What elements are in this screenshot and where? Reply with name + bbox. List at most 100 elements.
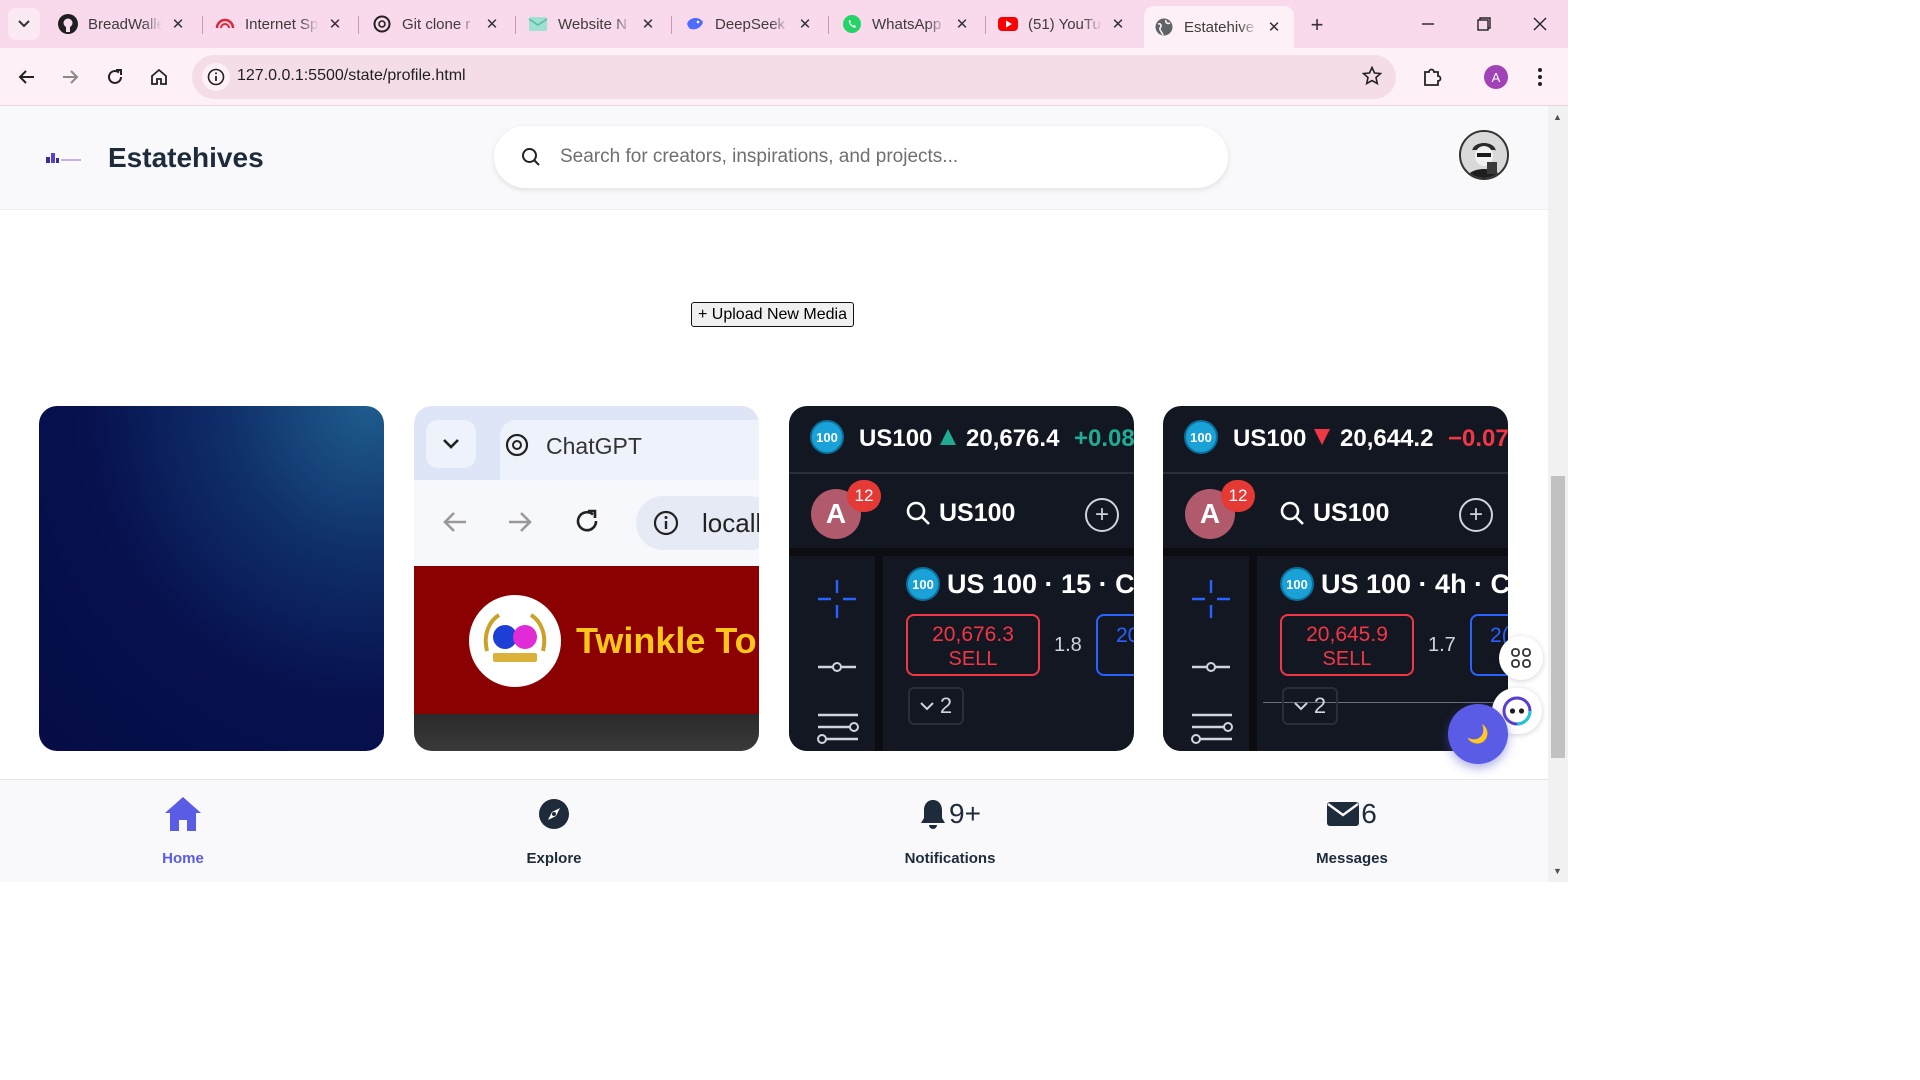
restore-button[interactable] xyxy=(1456,0,1512,48)
tab-separator xyxy=(671,16,672,34)
website-icon xyxy=(528,14,548,34)
nav-messages[interactable]: 6 Messages xyxy=(1313,794,1391,867)
profile-button[interactable]: A xyxy=(1480,61,1512,93)
spread-value: 1.7 xyxy=(1428,634,1456,656)
browser-tab-5[interactable]: DeepSeek ✕ xyxy=(675,6,825,42)
browser-tab-3[interactable]: Git clone r ✕ xyxy=(362,6,512,42)
scroll-down-arrow-icon[interactable]: ▼ xyxy=(1553,866,1562,876)
browser-tab-1[interactable]: BreadWalle ✕ xyxy=(48,6,198,42)
card-banner-text: Twinkle To xyxy=(576,620,757,661)
scrollbar-thumb[interactable] xyxy=(1551,476,1565,758)
arrow-right-icon xyxy=(507,510,533,539)
tab-search-button[interactable] xyxy=(8,8,40,40)
scroll-up-arrow-icon[interactable]: ▲ xyxy=(1553,112,1562,122)
browser-menu-button[interactable] xyxy=(1524,61,1556,93)
extensions-button[interactable] xyxy=(1416,61,1448,93)
tab-title: Estatehive xyxy=(1184,18,1255,36)
page-content: Estatehives + Upload New Media xyxy=(0,106,1548,882)
search-input[interactable] xyxy=(560,142,1200,172)
card-url-text: locall xyxy=(702,508,759,538)
reload-icon xyxy=(574,508,600,539)
chatgpt-icon xyxy=(372,14,392,34)
reload-icon xyxy=(108,69,122,84)
user-avatar[interactable] xyxy=(1459,130,1509,180)
upload-media-button[interactable]: + Upload New Media xyxy=(691,302,854,327)
divider xyxy=(789,472,1134,474)
close-icon[interactable]: ✕ xyxy=(168,14,188,34)
chevron-down-icon xyxy=(920,702,934,711)
reload-button[interactable] xyxy=(99,61,131,93)
close-icon[interactable]: ✕ xyxy=(482,14,502,34)
forward-button[interactable] xyxy=(54,61,86,93)
media-card-4[interactable]: 100 US100 20,644.2 −0.07 A 12 US100 + 10… xyxy=(1163,406,1508,751)
media-card-1[interactable] xyxy=(39,406,384,751)
nav-home-label: Home xyxy=(162,850,204,867)
globe-icon xyxy=(1154,17,1174,37)
kebab-menu-icon xyxy=(1538,68,1542,86)
deepseek-icon xyxy=(685,14,705,34)
crosshair-icon xyxy=(1190,578,1232,625)
close-icon[interactable]: ✕ xyxy=(952,14,972,34)
close-window-button[interactable] xyxy=(1512,0,1568,48)
sell-label: SELL xyxy=(948,648,998,670)
brand-name[interactable]: Estatehives xyxy=(108,142,264,174)
close-icon[interactable]: ✕ xyxy=(325,14,345,34)
close-icon[interactable]: ✕ xyxy=(638,14,658,34)
home-button[interactable] xyxy=(143,61,175,93)
url-text[interactable]: 127.0.0.1:5500/state/profile.html xyxy=(237,67,466,85)
tab-title: Internet Sp xyxy=(245,15,319,33)
close-icon[interactable]: ✕ xyxy=(795,14,815,34)
plus-icon: + xyxy=(1459,498,1493,532)
divider xyxy=(1163,472,1508,474)
site-search-bar[interactable] xyxy=(494,126,1228,188)
moon-icon: 🌙 xyxy=(1466,723,1490,744)
brand-logo[interactable] xyxy=(44,150,84,164)
search-symbol-text: US100 xyxy=(1313,499,1390,527)
nav-explore-label: Explore xyxy=(526,850,582,867)
minimize-button[interactable] xyxy=(1400,0,1456,48)
symbol-price: 20,676.4 xyxy=(966,425,1060,452)
site-header: Estatehives xyxy=(0,106,1548,210)
search-symbol-text: US100 xyxy=(939,499,1016,527)
indicators-icon xyxy=(1190,711,1234,751)
messages-icon-group: 6 xyxy=(1327,794,1377,834)
search-icon xyxy=(905,500,931,531)
nav-notifications[interactable]: 9+ Notifications xyxy=(900,794,1000,867)
notification-badge: 12 xyxy=(847,480,881,512)
speedometer-icon xyxy=(215,14,235,34)
browser-tab-8[interactable]: Estatehive ✕ xyxy=(1144,6,1294,48)
close-icon[interactable]: ✕ xyxy=(1264,17,1284,37)
apps-grid-button[interactable] xyxy=(1499,636,1543,680)
arrow-right-icon xyxy=(63,70,79,84)
media-card-3[interactable]: 100 US100 20,676.4 +0.08 A 12 US100 + 10… xyxy=(789,406,1134,751)
page-scrollbar[interactable]: ▲ ▼ xyxy=(1548,106,1568,882)
close-icon[interactable]: ✕ xyxy=(1108,14,1128,34)
tab-separator xyxy=(515,16,516,34)
media-card-2[interactable]: ChatGPT locall Twinkle To xyxy=(414,406,759,751)
restore-icon xyxy=(1477,17,1491,31)
bookmark-star-icon[interactable] xyxy=(1361,65,1383,91)
browser-tab-2[interactable]: Internet Sp ✕ xyxy=(205,6,355,42)
browser-tab-4[interactable]: Website N ✕ xyxy=(518,6,668,42)
address-bar[interactable]: 127.0.0.1:5500/state/profile.html xyxy=(192,55,1396,99)
tab-title: (51) YouTu xyxy=(1028,15,1101,33)
nav-home[interactable]: Home xyxy=(152,794,214,867)
tab-separator xyxy=(358,16,359,34)
sell-label: SELL xyxy=(1322,648,1372,670)
drawing-toolbar xyxy=(789,556,883,751)
chevron-down-icon xyxy=(18,20,30,28)
browser-tab-6[interactable]: WhatsApp ✕ xyxy=(832,6,982,42)
home-icon xyxy=(151,68,167,85)
site-info-button[interactable] xyxy=(202,63,230,91)
back-button[interactable] xyxy=(11,61,43,93)
card-bottom-strip xyxy=(414,714,759,751)
plus-icon: + xyxy=(1310,12,1324,37)
theme-toggle-button[interactable]: 🌙 xyxy=(1448,704,1508,764)
puzzle-icon xyxy=(1424,68,1442,86)
nav-explore[interactable]: Explore xyxy=(516,794,592,867)
bell-icon xyxy=(921,800,946,829)
browser-tab-7[interactable]: (51) YouTu ✕ xyxy=(988,6,1138,42)
symbol-badge: 100 xyxy=(1280,567,1314,601)
card-tab-title: ChatGPT xyxy=(546,433,642,459)
new-tab-button[interactable]: + xyxy=(1302,10,1332,40)
